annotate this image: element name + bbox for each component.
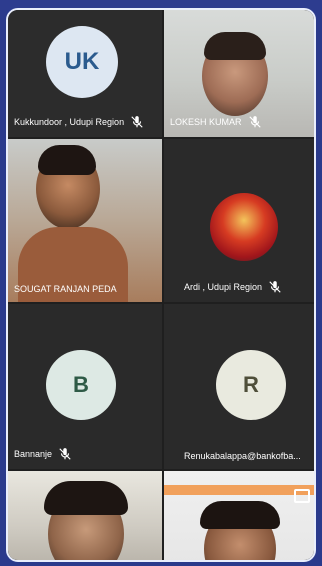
participant-name: LOKESH KUMAR xyxy=(170,117,242,127)
participant-tile-kukkundoor[interactable]: UK Kukkundoor , Udupi Region xyxy=(8,10,162,137)
participant-label: Kukkundoor , Udupi Region xyxy=(14,115,144,129)
avatar-initials: UK xyxy=(64,48,100,75)
video-hair xyxy=(44,481,128,515)
video-hair xyxy=(204,32,266,60)
participant-name: SOUGAT RANJAN PEDA xyxy=(14,284,117,294)
participant-tile-video-1[interactable] xyxy=(8,471,162,560)
profile-image xyxy=(210,193,278,261)
participant-name: Ardi , Udupi Region xyxy=(184,282,263,292)
participant-tile-video-2[interactable] xyxy=(164,471,314,560)
meeting-screen: UK Kukkundoor , Udupi Region LOKESH KUMA… xyxy=(6,8,316,562)
participant-tile-lokesh[interactable]: LOKESH KUMAR xyxy=(164,10,314,137)
participant-name: Renukabalappa@bankofba... xyxy=(184,451,301,461)
mic-off-icon xyxy=(268,280,282,294)
mic-off-icon xyxy=(58,447,72,461)
video-hair xyxy=(200,501,280,529)
mic-off-icon xyxy=(248,115,262,129)
participant-tile-ardi[interactable]: Ardi , Udupi Region xyxy=(164,139,314,302)
participant-name: Kukkundoor , Udupi Region xyxy=(14,117,125,127)
avatar: B xyxy=(46,350,116,420)
avatar: R xyxy=(216,350,286,420)
participant-label: SOUGAT RANJAN PEDA xyxy=(14,284,117,294)
participant-tile-sougat[interactable]: SOUGAT RANJAN PEDA xyxy=(8,139,162,302)
avatar-initials: B xyxy=(73,372,89,397)
participant-tile-renuka[interactable]: R Renukabalappa@bankofba... xyxy=(164,304,314,469)
participant-label: Ardi , Udupi Region xyxy=(184,280,282,294)
chat-icon[interactable] xyxy=(294,489,310,503)
participant-label: Bannanje xyxy=(14,447,72,461)
video-hair xyxy=(38,145,96,175)
participant-label: LOKESH KUMAR xyxy=(170,115,262,129)
participant-name: Bannanje xyxy=(14,449,53,459)
participant-tile-bannanje[interactable]: B Bannanje xyxy=(8,304,162,469)
avatar: UK xyxy=(46,26,118,98)
participant-label: Renukabalappa@bankofba... xyxy=(184,451,301,461)
participant-grid: UK Kukkundoor , Udupi Region LOKESH KUMA… xyxy=(8,10,314,560)
avatar-initials: R xyxy=(243,372,259,397)
app-frame: UK Kukkundoor , Udupi Region LOKESH KUMA… xyxy=(0,0,322,566)
mic-off-icon xyxy=(130,115,144,129)
